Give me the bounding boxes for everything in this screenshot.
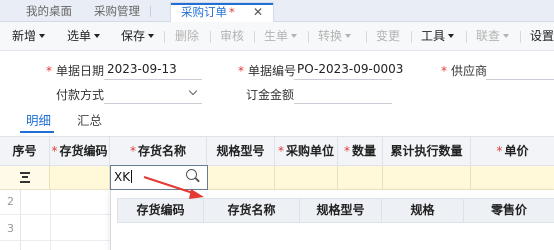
caret-down-icon <box>291 34 298 38</box>
row-number: 2 <box>7 195 14 208</box>
audit-button[interactable]: 审核 <box>220 22 244 51</box>
tab-detail[interactable]: 明细 <box>26 110 51 129</box>
cell-quantity[interactable] <box>338 166 383 189</box>
doc-date-label: * 单据日期 <box>46 64 105 78</box>
row-handle-cell[interactable] <box>0 166 50 189</box>
toolbar-divider <box>520 31 521 43</box>
detail-tab-indicator <box>20 131 54 133</box>
toolbar-divider <box>411 31 412 43</box>
col-stock-name[interactable]: * 存货名称 <box>110 137 207 165</box>
deposit-amount-label: 订金金额 <box>246 88 295 102</box>
tab-my-desktop[interactable]: 我的桌面 <box>16 2 82 22</box>
tab-strip: 我的桌面 采购管理 采购订单 * ✕ <box>0 0 554 22</box>
caret-down-icon <box>94 34 101 38</box>
grid-header: 序号 * 存货编码 * 存货名称 规格型号 * 采购单位 * 数量 累计执行数量 * 单价 <box>0 136 554 166</box>
convert-button[interactable]: 转换 <box>318 22 352 51</box>
toolbar-divider <box>164 31 165 43</box>
new-button[interactable]: 新增 <box>12 22 46 51</box>
stock-lookup-dropdown[interactable]: 存货编码 存货名称 规格型号 规格 零售价 <box>110 190 554 250</box>
col-unit-price[interactable]: * 单价 <box>471 137 554 165</box>
dropdown-header: 存货编码 存货名称 规格型号 规格 零售价 <box>117 198 554 223</box>
tools-button[interactable]: 工具 <box>421 22 455 51</box>
dd-col-spec: 规格 <box>382 199 464 222</box>
change-button[interactable]: 变更 <box>376 22 400 51</box>
stock-code-column-body <box>21 190 111 250</box>
toolbar-divider <box>210 31 211 43</box>
drag-handle-icon[interactable] <box>20 172 30 183</box>
doc-date-field[interactable]: 2023-09-13 <box>107 62 177 76</box>
col-quantity[interactable]: * 数量 <box>338 137 383 165</box>
query-button[interactable]: 联查 <box>476 22 510 51</box>
doc-no-field[interactable]: PO-2023-09-0003 <box>297 62 403 76</box>
toolbar-divider <box>466 31 467 43</box>
dd-col-stock-name: 存货名称 <box>204 199 300 222</box>
toolbar-divider <box>254 31 255 43</box>
dd-col-spec-model: 规格型号 <box>300 199 382 222</box>
caret-down-icon <box>503 34 510 38</box>
search-icon[interactable] <box>186 169 197 180</box>
cell-executed[interactable] <box>383 166 471 189</box>
cell-spec[interactable] <box>207 166 275 189</box>
save-button[interactable]: 保存 <box>121 22 155 51</box>
generate-doc-button[interactable]: 生单 <box>264 22 298 51</box>
caret-down-icon <box>148 34 155 38</box>
toolbar: 新增 选单 保存 删除 审核 生单 转换 变更 工具 联查 设置 <box>0 22 554 51</box>
close-icon[interactable]: ✕ <box>253 3 263 21</box>
payment-method-label: 付款方式 <box>56 88 105 102</box>
select-doc-button[interactable]: 选单 <box>67 22 101 51</box>
caret-down-icon <box>448 34 455 38</box>
doc-no-underline <box>294 79 392 80</box>
dd-col-retail-price: 零售价 <box>490 203 527 217</box>
col-executed-qty[interactable]: 累计执行数量 <box>383 137 471 165</box>
caret-down-icon <box>345 34 352 38</box>
payment-method-select[interactable] <box>104 103 202 104</box>
cell-stock-code[interactable] <box>50 166 110 189</box>
unsaved-mark: * <box>229 5 235 19</box>
chevron-down-icon[interactable] <box>188 86 198 96</box>
col-spec[interactable]: 规格型号 <box>207 137 275 165</box>
tab-purchase-order[interactable]: 采购订单 * ✕ <box>170 2 274 22</box>
text-cursor <box>131 170 133 183</box>
cell-unit[interactable] <box>275 166 338 189</box>
caret-down-icon <box>39 34 46 38</box>
supplier-field[interactable] <box>486 79 554 80</box>
column-divider <box>50 190 51 250</box>
col-purchase-unit[interactable]: * 采购单位 <box>275 137 338 165</box>
tab-purchase-management[interactable]: 采购管理 <box>84 2 151 22</box>
table-row-active[interactable] <box>0 166 554 190</box>
col-seq[interactable]: 序号 <box>0 137 50 165</box>
settings-button[interactable]: 设置 <box>530 22 554 51</box>
tab-summary[interactable]: 汇总 <box>77 110 102 129</box>
col-stock-code[interactable]: * 存货编码 <box>50 137 110 165</box>
supplier-label: * 供应商 <box>441 64 488 78</box>
doc-date-underline <box>104 79 202 80</box>
toolbar-divider <box>366 31 367 43</box>
row-number: 3 <box>7 222 14 235</box>
cell-price[interactable] <box>471 166 554 189</box>
delete-button[interactable]: 删除 <box>175 22 199 51</box>
doc-no-label: * 单据编号 <box>238 64 297 78</box>
deposit-amount-field[interactable] <box>294 103 392 104</box>
dd-col-stock-code: 存货编码 <box>118 199 204 222</box>
tab-purchase-order-label: 采购订单 <box>181 5 227 19</box>
toolbar-divider <box>308 31 309 43</box>
